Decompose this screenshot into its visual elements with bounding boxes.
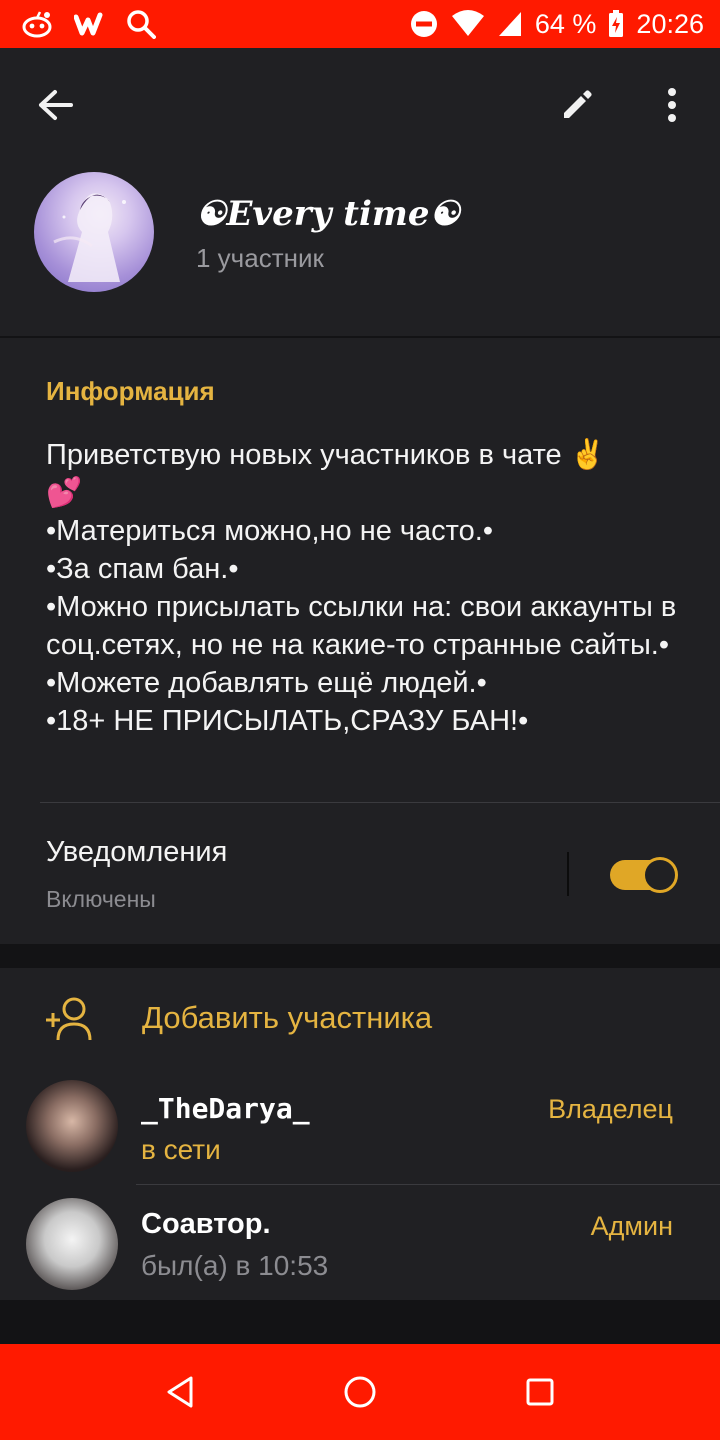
notifications-label[interactable]: Уведомления: [46, 836, 227, 869]
avatar[interactable]: [26, 1080, 118, 1172]
arrow-left-icon: [39, 90, 73, 120]
pencil-icon: [564, 90, 592, 118]
divider: [136, 1184, 720, 1185]
toggle-knob: [642, 857, 678, 893]
member-count: 1 участник: [196, 243, 324, 273]
avatar[interactable]: [26, 1198, 118, 1290]
battery-percent: 64 %: [534, 8, 597, 39]
anime-girl-illustration: [53, 193, 126, 282]
clock: 20:26: [636, 8, 704, 39]
description-line: •18+ НЕ ПРИСЫЛАТЬ,СРАЗУ БАН!•: [46, 705, 529, 737]
more-options-button[interactable]: [652, 80, 692, 130]
reddit-alien-icon: [20, 10, 54, 38]
group-avatar[interactable]: [34, 172, 154, 292]
home-circle-icon[interactable]: [336, 1368, 384, 1416]
member-role-badge: Владелец: [548, 1094, 673, 1124]
edit-button[interactable]: [552, 80, 602, 130]
signal-icon: [497, 10, 523, 38]
member-status: в сети: [141, 1134, 221, 1165]
group-description: Приветствую новых участников в чате ✌️ 💕…: [46, 436, 686, 740]
member-name[interactable]: Соавтор.: [141, 1208, 271, 1241]
description-line: 💕: [46, 477, 83, 509]
status-bar: 64 % 20:26: [0, 0, 720, 48]
description-line: •Можете добавлять ещё людей.•: [46, 667, 487, 699]
more-vertical-icon: [668, 88, 676, 122]
wattpad-icon: [74, 11, 106, 37]
info-heading: Информация: [46, 376, 215, 406]
description-line: Приветствую новых участников в чате ✌️: [46, 439, 606, 471]
member-status: был(а) в 10:53: [141, 1250, 329, 1281]
member-name[interactable]: _TheDarya_: [141, 1092, 310, 1125]
divider: [567, 852, 569, 896]
recents-square-icon[interactable]: [516, 1368, 564, 1416]
search-icon: [126, 9, 156, 39]
notifications-state: Включены: [46, 886, 156, 912]
back-button[interactable]: [30, 80, 80, 130]
description-line: •Материться можно,но не часто.•: [46, 515, 493, 547]
add-person-icon[interactable]: [44, 996, 96, 1047]
battery-charging-icon: [608, 10, 624, 38]
do-not-disturb-icon: [409, 9, 439, 39]
divider: [40, 802, 720, 803]
navigation-bar: [0, 1344, 720, 1440]
description-line: •Можно присылать ссылки на: свои аккаунт…: [46, 591, 685, 661]
description-line: •За спам бан.•: [46, 553, 239, 585]
wifi-icon: [451, 10, 485, 38]
add-member-button[interactable]: Добавить участника: [142, 1000, 432, 1036]
group-title: ☯Every time☯: [196, 194, 460, 234]
member-role-badge: Админ: [590, 1211, 673, 1241]
back-triangle-icon[interactable]: [156, 1368, 204, 1416]
notifications-toggle[interactable]: [610, 857, 678, 893]
